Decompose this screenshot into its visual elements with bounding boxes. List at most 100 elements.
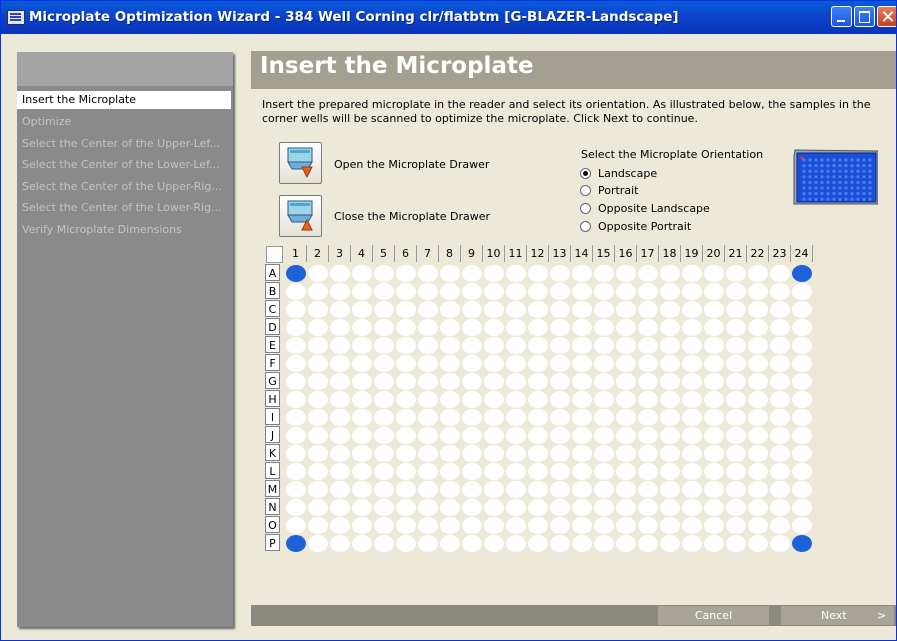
well-A14 xyxy=(572,264,592,282)
wizard-window: Microplate Optimization Wizard - 384 Wel… xyxy=(0,0,897,641)
well-C10 xyxy=(484,300,504,318)
cancel-button[interactable]: Cancel xyxy=(658,606,769,625)
well-F20 xyxy=(704,354,724,372)
thumbnail-well xyxy=(838,186,842,190)
well-G21 xyxy=(726,372,746,390)
well-F10 xyxy=(484,354,504,372)
well-L12 xyxy=(528,462,548,480)
radio-label-opposite-landscape[interactable]: Opposite Landscape xyxy=(598,202,710,215)
well-L9 xyxy=(462,462,482,480)
well-K6 xyxy=(396,444,416,462)
well-O18 xyxy=(660,516,680,534)
radio-opposite-portrait[interactable] xyxy=(580,221,591,232)
well-J21 xyxy=(726,426,746,444)
thumbnail-well xyxy=(826,192,830,196)
well-G3 xyxy=(330,372,350,390)
well-P12 xyxy=(528,534,548,552)
well-I23 xyxy=(770,408,790,426)
close-window-button[interactable] xyxy=(877,6,896,27)
radio-landscape[interactable] xyxy=(580,168,591,179)
minimize-button[interactable] xyxy=(831,6,852,27)
well-N8 xyxy=(440,498,460,516)
well-C11 xyxy=(506,300,526,318)
well-N17 xyxy=(638,498,658,516)
well-H13 xyxy=(550,390,570,408)
well-D23 xyxy=(770,318,790,336)
thumbnail-well xyxy=(856,158,860,162)
well-H11 xyxy=(506,390,526,408)
well-B20 xyxy=(704,282,724,300)
well-N1 xyxy=(286,498,306,516)
thumbnail-well xyxy=(838,158,842,162)
row-header-P: P xyxy=(265,534,280,551)
thumbnail-well xyxy=(814,158,818,162)
open-drawer-label[interactable]: Open the Microplate Drawer xyxy=(334,158,489,171)
well-P2 xyxy=(308,534,328,552)
well-C15 xyxy=(594,300,614,318)
well-G20 xyxy=(704,372,724,390)
radio-opposite-landscape[interactable] xyxy=(580,203,591,214)
well-J12 xyxy=(528,426,548,444)
well-P6 xyxy=(396,534,416,552)
well-P17 xyxy=(638,534,658,552)
well-F4 xyxy=(352,354,372,372)
well-E2 xyxy=(308,336,328,354)
well-N15 xyxy=(594,498,614,516)
close-drawer-label[interactable]: Close the Microplate Drawer xyxy=(334,210,490,223)
well-N24 xyxy=(792,498,812,516)
thumbnail-well xyxy=(850,158,854,162)
well-D7 xyxy=(418,318,438,336)
well-N19 xyxy=(682,498,702,516)
well-M6 xyxy=(396,480,416,498)
well-D15 xyxy=(594,318,614,336)
well-B6 xyxy=(396,282,416,300)
well-E14 xyxy=(572,336,592,354)
well-J17 xyxy=(638,426,658,444)
well-I7 xyxy=(418,408,438,426)
close-drawer-button[interactable] xyxy=(279,195,322,237)
radio-portrait[interactable] xyxy=(580,185,591,196)
well-F7 xyxy=(418,354,438,372)
thumbnail-well xyxy=(856,169,860,173)
next-arrow-icon: > xyxy=(877,609,887,622)
step-insert-microplate[interactable]: Insert the Microplate xyxy=(17,91,231,109)
well-P7 xyxy=(418,534,438,552)
well-O8 xyxy=(440,516,460,534)
next-button[interactable]: Next > xyxy=(781,606,894,625)
radio-label-opposite-portrait[interactable]: Opposite Portrait xyxy=(598,220,691,233)
thumbnail-well xyxy=(868,164,872,168)
well-M12 xyxy=(528,480,548,498)
radio-label-portrait[interactable]: Portrait xyxy=(598,184,638,197)
well-D13 xyxy=(550,318,570,336)
thumbnail-well xyxy=(808,175,812,179)
well-J20 xyxy=(704,426,724,444)
thumbnail-well xyxy=(844,175,848,179)
thumbnail-well xyxy=(832,192,836,196)
thumbnail-well xyxy=(808,197,812,201)
thumbnail-well xyxy=(814,175,818,179)
column-header-19: 19 xyxy=(681,245,703,262)
well-F18 xyxy=(660,354,680,372)
maximize-button[interactable] xyxy=(854,6,875,27)
well-M14 xyxy=(572,480,592,498)
well-B8 xyxy=(440,282,460,300)
thumbnail-well xyxy=(832,186,836,190)
well-C21 xyxy=(726,300,746,318)
column-header-23: 23 xyxy=(769,245,791,262)
title-bar[interactable]: Microplate Optimization Wizard - 384 Wel… xyxy=(1,1,896,34)
thumbnail-well xyxy=(838,197,842,201)
thumbnail-well xyxy=(808,164,812,168)
open-drawer-button[interactable] xyxy=(279,142,322,184)
thumbnail-well xyxy=(814,197,818,201)
radio-label-landscape[interactable]: Landscape xyxy=(598,167,657,180)
well-G14 xyxy=(572,372,592,390)
row-header-D: D xyxy=(265,318,280,335)
well-A13 xyxy=(550,264,570,282)
well-A16 xyxy=(616,264,636,282)
well-J18 xyxy=(660,426,680,444)
well-P22 xyxy=(748,534,768,552)
thumbnail-well xyxy=(826,158,830,162)
row-header-J: J xyxy=(265,426,280,443)
column-header-2: 2 xyxy=(307,245,329,262)
thumbnail-well xyxy=(862,164,866,168)
